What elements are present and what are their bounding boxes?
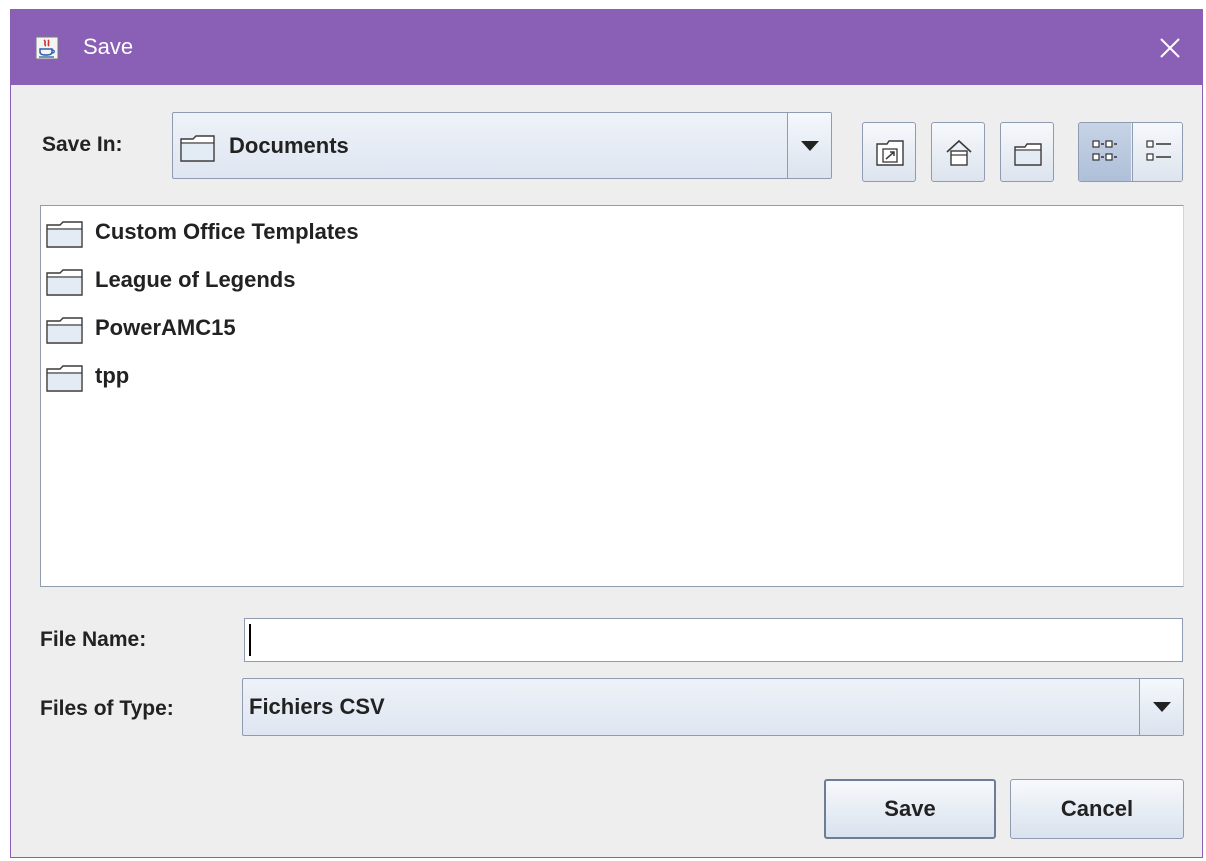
- files-of-type-label: Files of Type:: [40, 697, 174, 720]
- folder-icon: [46, 317, 83, 344]
- file-name-label: PowerAMC15: [95, 315, 236, 340]
- folder-icon: [46, 221, 83, 248]
- file-name-label: Custom Office Templates: [95, 219, 359, 244]
- details-view-icon: [1146, 140, 1171, 161]
- save-dialog: Save Save In: Documents Custom Office Te…: [10, 9, 1203, 858]
- file-name-label: League of Legends: [95, 267, 296, 292]
- files-of-type-value: Fichiers CSV: [249, 694, 385, 719]
- new-folder-button[interactable]: [1000, 122, 1054, 182]
- files-of-type-dropdown-arrow[interactable]: [1139, 679, 1183, 735]
- details-view-button[interactable]: [1132, 123, 1182, 181]
- folder-icon: [180, 135, 215, 162]
- java-app-icon: [35, 36, 59, 60]
- list-view-button[interactable]: [1079, 123, 1131, 181]
- files-of-type-combo[interactable]: Fichiers CSV: [242, 678, 1184, 736]
- folder-up-icon: [876, 140, 904, 166]
- save-in-label: Save In:: [42, 133, 123, 156]
- title-bar[interactable]: Save: [11, 10, 1202, 85]
- save-button[interactable]: Save: [824, 779, 996, 839]
- folder-icon: [46, 365, 83, 392]
- new-folder-icon: [1014, 143, 1042, 166]
- file-name-input[interactable]: [244, 618, 1183, 662]
- save-in-value: Documents: [229, 133, 349, 158]
- file-list[interactable]: Custom Office Templates League of Legend…: [40, 205, 1184, 587]
- window-title: Save: [83, 34, 134, 59]
- up-one-level-button[interactable]: [862, 122, 916, 182]
- file-name-label: File Name:: [40, 628, 147, 651]
- file-name-label: tpp: [95, 363, 130, 388]
- cancel-button[interactable]: Cancel: [1010, 779, 1184, 839]
- home-button[interactable]: [931, 122, 985, 182]
- save-in-dropdown-arrow[interactable]: [787, 113, 831, 178]
- folder-icon: [46, 269, 83, 296]
- list-view-icon: [1092, 140, 1117, 161]
- close-icon[interactable]: [1152, 30, 1188, 66]
- view-toggle-group: [1078, 122, 1183, 182]
- text-caret: [249, 624, 251, 656]
- save-in-combo[interactable]: Documents: [172, 112, 832, 179]
- home-icon: [946, 139, 972, 166]
